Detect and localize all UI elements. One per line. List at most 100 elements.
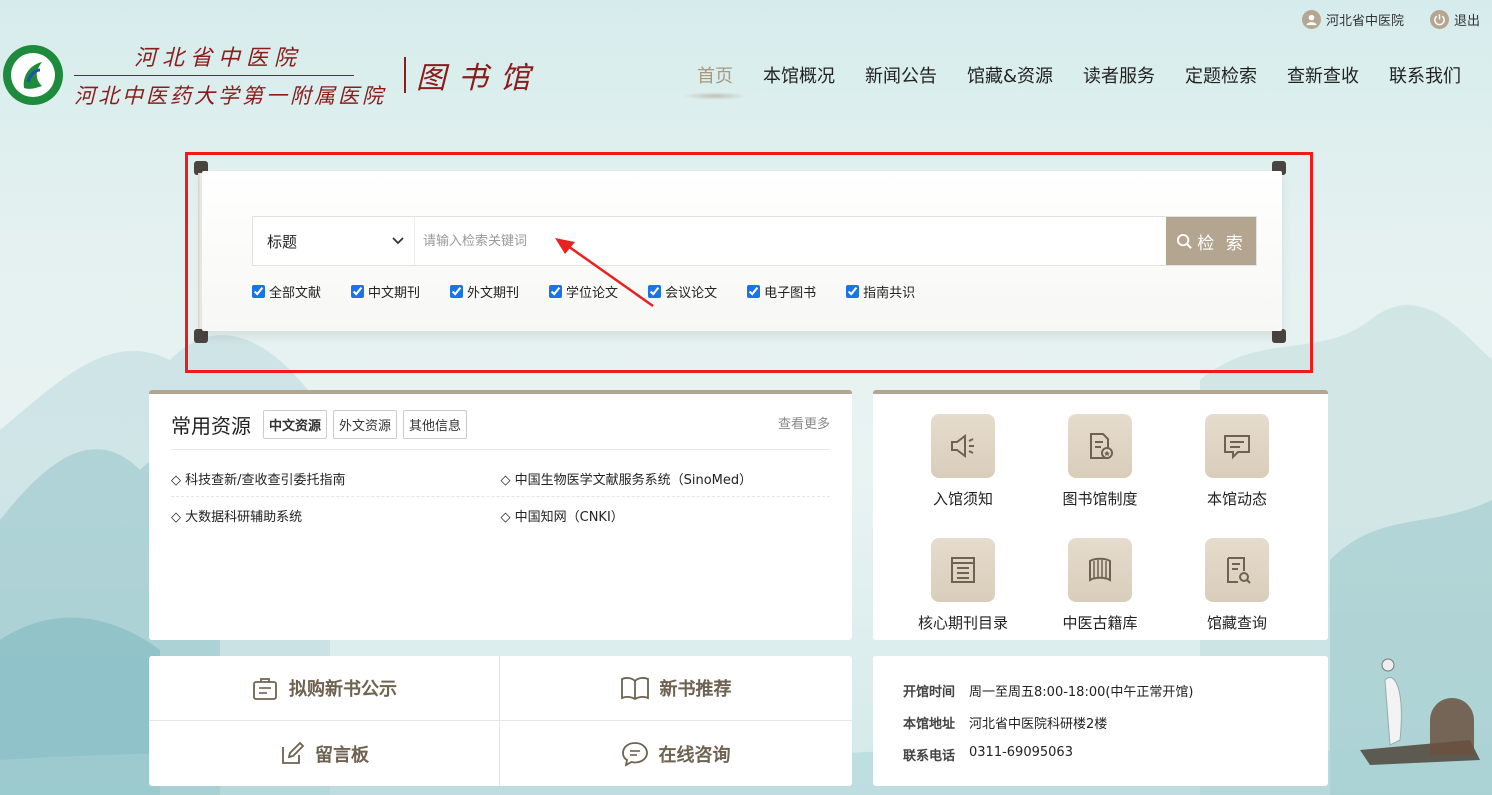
- online-consult-link[interactable]: 在线咨询: [499, 721, 852, 786]
- phone-label: 联系电话: [903, 749, 956, 764]
- service-label: 核心期刊目录: [917, 614, 1008, 632]
- search-field-select[interactable]: 标题: [253, 217, 415, 265]
- nav-reader-services[interactable]: 读者服务: [1083, 62, 1155, 88]
- nav-collections[interactable]: 馆藏&资源: [967, 62, 1053, 88]
- resource-link-cnki[interactable]: ◇ 中国知网（CNKI）: [501, 506, 831, 525]
- search-highlight-box: 标题 检 索 全部文献 中文期刊 外文期刊 学位论文 会议论文 电子图书 指南共…: [185, 152, 1313, 373]
- topbar: 河北省中医院 退出: [1301, 10, 1480, 29]
- service-collection-search[interactable]: 馆藏查询: [1167, 538, 1307, 633]
- annotation-arrow-icon: [555, 238, 654, 308]
- quick-links-panel: 拟购新书公示 新书推荐 留言板 在线咨询: [149, 656, 852, 786]
- service-library-rules[interactable]: 图书馆制度: [1030, 414, 1170, 509]
- common-resources-panel: 常用资源 中文资源 外文资源 其他信息 查看更多 ◇ 科技查新/查收查引委托指南…: [149, 390, 852, 640]
- user-icon: [1301, 10, 1321, 29]
- tab-foreign-resources[interactable]: 外文资源: [333, 410, 398, 439]
- checkbox-foreign-journals[interactable]: 外文期刊: [450, 282, 519, 301]
- tab-other-info[interactable]: 其他信息: [403, 410, 468, 439]
- opening-hours-label: 开馆时间: [903, 685, 956, 700]
- checkbox-foreign-journals-input[interactable]: [450, 285, 464, 298]
- service-label: 馆藏查询: [1206, 614, 1267, 632]
- logo-university-name: 河北中医药大学第一附属医院: [74, 84, 386, 108]
- logo-divider: [404, 57, 406, 93]
- checkbox-ebooks[interactable]: 电子图书: [747, 282, 816, 301]
- checkbox-guidelines-label: 指南共识: [863, 286, 916, 301]
- message-icon: [1205, 414, 1269, 478]
- edit-icon: [282, 741, 305, 764]
- nav-about[interactable]: 本馆概况: [763, 62, 835, 88]
- address-label: 本馆地址: [903, 717, 956, 732]
- opening-hours-value: 周一至周五8:00-18:00(中午正常开馆): [969, 685, 1194, 700]
- list-item: ◇ 科技查新/查收查引委托指南 ◇ 中国生物医学文献服务系统（SinoMed）: [171, 460, 830, 497]
- message-board-link[interactable]: 留言板: [149, 721, 499, 786]
- user-account[interactable]: 河北省中医院: [1301, 10, 1404, 29]
- quick-link-label: 拟购新书公示: [289, 679, 397, 700]
- checkbox-all-label: 全部文献: [269, 286, 322, 301]
- contact-phone: 联系电话 0311-69095063: [903, 745, 1073, 764]
- quick-link-label: 在线咨询: [658, 744, 731, 766]
- library-info-panel: 开馆时间 周一至周五8:00-18:00(中午正常开馆) 本馆地址 河北省中医院…: [873, 656, 1328, 786]
- service-entry-notice[interactable]: 入馆须知: [893, 414, 1033, 509]
- search-button-label: 检 索: [1197, 233, 1246, 254]
- new-book-purchase-link[interactable]: 拟购新书公示: [149, 656, 499, 720]
- checkbox-conference[interactable]: 会议论文: [648, 282, 717, 301]
- nav-home[interactable]: 首页: [683, 62, 747, 100]
- resource-link-bigdata[interactable]: ◇ 大数据科研辅助系统: [171, 506, 501, 525]
- search-document-icon: [1205, 538, 1269, 602]
- checkbox-conference-label: 会议论文: [665, 286, 718, 301]
- logo-library: 图书馆: [416, 61, 542, 96]
- service-label: 中医古籍库: [1062, 614, 1138, 632]
- checkbox-all-input[interactable]: [252, 285, 265, 298]
- resource-link-sinomed[interactable]: ◇ 中国生物医学文献服务系统（SinoMed）: [501, 469, 831, 488]
- power-icon: [1429, 10, 1449, 29]
- search-input[interactable]: [415, 217, 1166, 265]
- library-address: 本馆地址 河北省中医院科研楼2楼: [903, 713, 1107, 732]
- service-tcm-classics[interactable]: 中医古籍库: [1030, 538, 1170, 633]
- nav-topic-search[interactable]: 定题检索: [1185, 62, 1257, 88]
- resource-link-novelty-guide[interactable]: ◇ 科技查新/查收查引委托指南: [171, 469, 501, 488]
- phone-value: 0311-69095063: [969, 745, 1073, 760]
- search-icon: [1177, 233, 1193, 249]
- opening-hours: 开馆时间 周一至周五8:00-18:00(中午正常开馆): [903, 681, 1194, 700]
- checkbox-all[interactable]: 全部文献: [252, 282, 321, 301]
- nav-novelty-search[interactable]: 查新查收: [1287, 62, 1359, 88]
- search-button[interactable]: 检 索: [1166, 217, 1256, 265]
- speaker-icon: [931, 414, 995, 478]
- checkbox-ebooks-label: 电子图书: [764, 286, 817, 301]
- chevron-down-icon: [392, 237, 404, 245]
- services-panel: 入馆须知 图书馆制度 本馆动态 核心期刊目录 中医古籍库 馆藏查询: [873, 390, 1328, 640]
- checkbox-guidelines[interactable]: 指南共识: [846, 282, 915, 301]
- nav-contact[interactable]: 联系我们: [1389, 62, 1461, 88]
- clipboard-icon: [253, 678, 277, 700]
- site-logo[interactable]: 河北省中医院 河北中医药大学第一附属医院 图书馆: [2, 40, 542, 110]
- service-label: 图书馆制度: [1062, 490, 1138, 508]
- chat-icon: [621, 741, 648, 767]
- nav-news[interactable]: 新闻公告: [865, 62, 937, 88]
- quick-link-label: 留言板: [315, 744, 369, 766]
- view-more-link[interactable]: 查看更多: [778, 413, 830, 432]
- list-item: ◇ 大数据科研辅助系统 ◇ 中国知网（CNKI）: [171, 497, 830, 534]
- service-label: 入馆须知: [932, 490, 993, 508]
- checkbox-cn-journals-input[interactable]: [351, 285, 365, 298]
- document-star-icon: [1068, 414, 1132, 478]
- quick-link-label: 新书推荐: [659, 679, 732, 700]
- tab-chinese-resources[interactable]: 中文资源: [263, 410, 328, 439]
- service-core-journals[interactable]: 核心期刊目录: [893, 538, 1033, 633]
- list-book-icon: [931, 538, 995, 602]
- logout-label: 退出: [1453, 14, 1480, 29]
- bamboo-scroll-icon: [1068, 538, 1132, 602]
- open-book-icon: [620, 677, 649, 701]
- checkbox-cn-journals[interactable]: 中文期刊: [351, 282, 420, 301]
- user-name: 河北省中医院: [1325, 14, 1404, 29]
- checkbox-foreign-journals-label: 外文期刊: [467, 286, 520, 301]
- hospital-emblem-icon: [3, 45, 63, 105]
- checkbox-guidelines-input[interactable]: [846, 285, 860, 298]
- logout-button[interactable]: 退出: [1429, 10, 1480, 29]
- search-bar: 标题 检 索: [252, 216, 1257, 266]
- logo-hospital-name: 河北省中医院: [134, 46, 303, 71]
- resource-list: ◇ 科技查新/查收查引委托指南 ◇ 中国生物医学文献服务系统（SinoMed） …: [171, 460, 830, 534]
- service-library-news[interactable]: 本馆动态: [1167, 414, 1307, 509]
- search-field-value: 标题: [267, 232, 298, 251]
- address-value: 河北省中医院科研楼2楼: [969, 717, 1108, 732]
- new-book-recommend-link[interactable]: 新书推荐: [499, 656, 852, 720]
- checkbox-ebooks-input[interactable]: [747, 285, 761, 298]
